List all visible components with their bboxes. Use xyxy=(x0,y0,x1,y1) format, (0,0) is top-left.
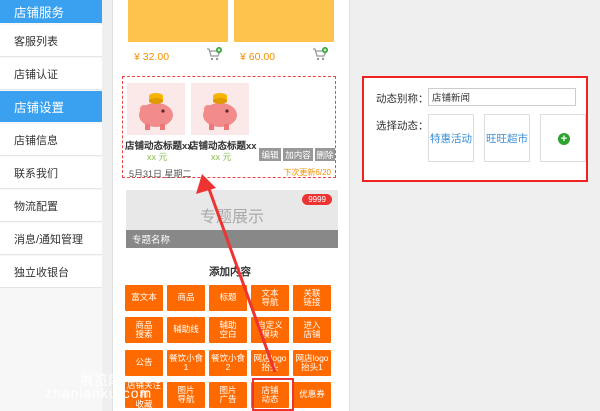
product-price: ¥ 60.00 xyxy=(240,51,276,63)
plus-icon: + xyxy=(558,133,570,145)
store-dynamic-module[interactable]: 店铺动态标题xx xx 元 店铺动态标题xx xx 元 编辑 加内容 删除 5月… xyxy=(122,76,336,179)
cart-icon[interactable] xyxy=(312,47,328,61)
add-content-button[interactable]: 加内容 xyxy=(283,148,313,161)
highlight-frame xyxy=(252,378,294,411)
sidebar-item-logistics[interactable]: 物流配置 xyxy=(0,190,102,222)
product-image xyxy=(128,0,228,42)
add-content-button[interactable]: 优惠券 xyxy=(293,382,331,408)
sidebar-section-store-settings: 店铺设置 xyxy=(0,91,102,122)
sidebar-item-customer-service[interactable]: 客服列表 xyxy=(0,25,102,57)
add-content-button[interactable]: 商品 搜索 xyxy=(125,317,163,343)
edit-button[interactable]: 编辑 xyxy=(259,148,281,161)
delete-button[interactable]: 删除 xyxy=(315,148,335,161)
add-content-button[interactable]: 图片 广告 xyxy=(209,382,247,408)
settings-panel: 动态别称： 店铺新闻 选择动态： 特惠活动 旺旺超市 + xyxy=(362,76,588,182)
product-price: ¥ 32.00 xyxy=(134,51,170,63)
dynamic-more: 下次更新6/20 xyxy=(283,168,331,177)
piggy-bank-icon xyxy=(203,93,237,130)
sidebar-section-store-service: 店铺服务 xyxy=(0,0,102,23)
dynamic-card[interactable]: 店铺动态标题xx xx 元 xyxy=(125,83,193,162)
dynamic-date: 5月31日 星期二 xyxy=(129,169,192,179)
alias-label: 动态别称： xyxy=(376,93,429,105)
add-content-button[interactable]: 网店logo 抬头1 xyxy=(293,350,331,376)
sidebar-item-contact-us[interactable]: 联系我们 xyxy=(0,157,102,189)
watermark-en: zhanlanku.com xyxy=(45,385,153,401)
dynamic-card[interactable]: 店铺动态标题xx xx 元 xyxy=(189,83,257,162)
add-dynamic-button[interactable]: + xyxy=(540,114,586,162)
add-content-button[interactable]: 富文本 xyxy=(125,285,163,311)
product-card[interactable]: ¥ 60.00 xyxy=(234,0,334,66)
dynamic-card-unit: xx 元 xyxy=(211,152,232,162)
tag-special-offer[interactable]: 特惠活动 xyxy=(428,114,474,162)
alias-input[interactable]: 店铺新闻 xyxy=(428,88,576,106)
add-content-button[interactable]: 进入 店铺 xyxy=(293,317,331,343)
piggy-bank-icon xyxy=(139,93,173,130)
add-content-button[interactable]: 关联 链接 xyxy=(293,285,331,311)
cart-icon[interactable] xyxy=(206,47,222,61)
sidebar-item-notifications[interactable]: 消息/通知管理 xyxy=(0,223,102,255)
select-label: 选择动态： xyxy=(376,120,429,132)
pig-image xyxy=(191,83,249,135)
pig-image xyxy=(127,83,185,135)
tag-wangwang-market[interactable]: 旺旺超市 xyxy=(484,114,530,162)
sidebar-item-store-info[interactable]: 店铺信息 xyxy=(0,124,102,156)
product-image xyxy=(234,0,334,42)
add-content-button[interactable]: 公告 xyxy=(125,350,163,376)
sidebar-item-store-certification[interactable]: 店铺认证 xyxy=(0,58,102,90)
sidebar: 店铺服务 客服列表 店铺认证 店铺设置 店铺信息 联系我们 物流配置 消息/通知… xyxy=(0,0,102,411)
add-content-button[interactable]: 图片 导航 xyxy=(167,382,205,408)
product-card[interactable]: ¥ 32.00 xyxy=(128,0,228,66)
arrow-icon xyxy=(196,174,277,373)
dynamic-card-unit: xx 元 xyxy=(147,152,168,162)
sidebar-item-cashier[interactable]: 独立收银台 xyxy=(0,256,102,288)
